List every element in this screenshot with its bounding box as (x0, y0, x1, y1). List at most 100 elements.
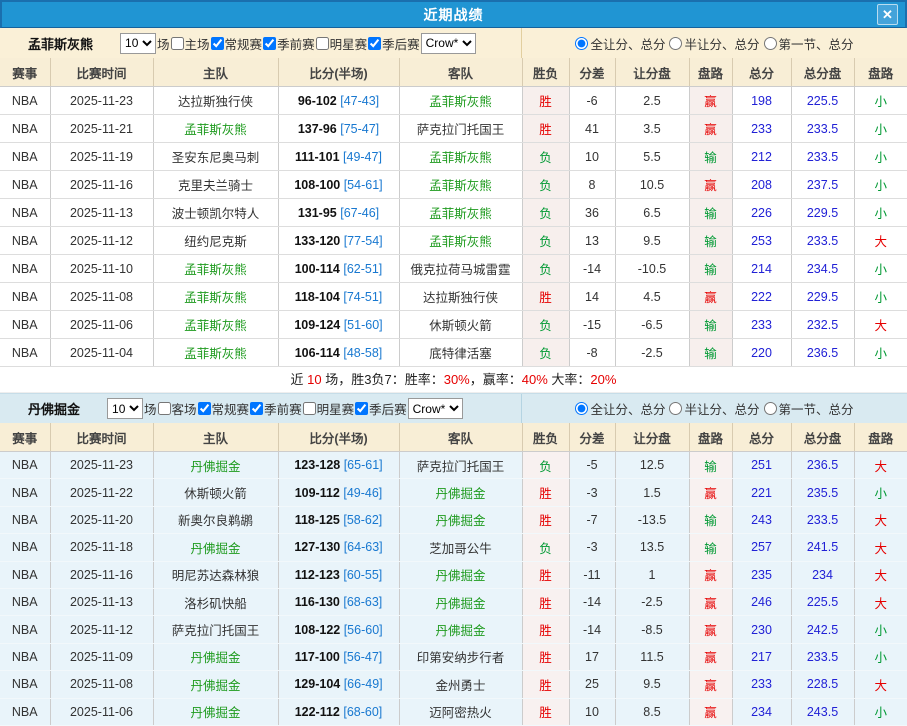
table-row: NBA2025-11-08孟菲斯灰熊118-104 [74-51]达拉斯独行侠胜… (0, 283, 907, 311)
bookmaker-select-1[interactable]: Crow* (421, 33, 476, 54)
cell-score: 118-125 [58-62] (278, 506, 399, 533)
first-quarter-radio-2[interactable] (764, 402, 777, 415)
games-count-select-1[interactable]: 10 (120, 33, 156, 54)
cell-win-loss: 负 (522, 311, 569, 339)
cell-home-team: 洛杉矶快船 (153, 588, 278, 615)
allstar-checkbox-2[interactable] (303, 402, 316, 415)
filter-regular-1[interactable]: 常规赛 (210, 34, 263, 53)
column-header: 比赛时间 (50, 58, 153, 87)
cell-home-team: 丹佛掘金 (153, 452, 278, 479)
games-suffix-2: 场 (144, 399, 157, 418)
first-quarter-radio-1[interactable] (764, 37, 777, 50)
cell-handicap-result: 赢 (689, 616, 732, 643)
playoff-checkbox-2[interactable] (355, 402, 368, 415)
table-header-row: 赛事比赛时间主队比分(半场)客队胜负分差让分盘盘路总分总分盘盘路 (0, 58, 907, 87)
cell-league: NBA (0, 534, 50, 561)
cell-league: NBA (0, 115, 50, 143)
cell-handicap-result: 输 (689, 143, 732, 171)
cell-score: 118-104 [74-51] (278, 283, 399, 311)
cell-away-team: 芝加哥公牛 (399, 534, 522, 561)
cell-total-line: 233.5 (791, 115, 854, 143)
cell-point-diff: -14 (569, 616, 615, 643)
cell-total-line: 232.5 (791, 311, 854, 339)
cell-win-loss: 胜 (522, 115, 569, 143)
cell-away-team: 达拉斯独行侠 (399, 283, 522, 311)
close-icon[interactable]: ✕ (877, 4, 898, 25)
cell-home-team: 萨克拉门托国王 (153, 616, 278, 643)
summary-line-1: 近 10 场，胜3负7：胜率：30%，赢率：40% 大率：20% (0, 367, 907, 393)
allstar-checkbox-1[interactable] (316, 37, 329, 50)
filter-regular-2[interactable]: 常规赛 (197, 399, 250, 418)
preseason-checkbox-1[interactable] (263, 37, 276, 50)
half-handicap-label-1: 半让分、总分 (684, 34, 759, 53)
home-checkbox-1[interactable] (171, 37, 184, 50)
radio-full-handicap-2[interactable]: 全让分、总分 (575, 399, 665, 418)
cell-total-line: 242.5 (791, 616, 854, 643)
cell-handicap-result: 输 (689, 506, 732, 533)
half-time-score: [60-55] (340, 568, 382, 582)
filter-away-2[interactable]: 客场 (157, 399, 197, 418)
column-header: 胜负 (522, 58, 569, 87)
allstar-checkbox-label-1: 明星赛 (330, 34, 368, 53)
radio-half-handicap-1[interactable]: 半让分、总分 (669, 34, 759, 53)
cell-date: 2025-11-12 (50, 227, 153, 255)
cell-date: 2025-11-20 (50, 506, 153, 533)
filter-playoff-1[interactable]: 季后赛 (367, 34, 420, 53)
cell-over-under: 小 (854, 115, 907, 143)
full-handicap-label-1: 全让分、总分 (590, 34, 665, 53)
full-time-score: 133-120 (294, 234, 340, 248)
half-handicap-radio-1[interactable] (669, 37, 682, 50)
filter-home-1[interactable]: 主场 (170, 34, 210, 53)
cell-away-team: 印第安纳步行者 (399, 643, 522, 670)
full-time-score: 131-95 (298, 206, 337, 220)
cell-home-team: 孟菲斯灰熊 (153, 115, 278, 143)
cell-over-under: 大 (854, 506, 907, 533)
cell-handicap-result: 赢 (689, 479, 732, 506)
radio-half-handicap-2[interactable]: 半让分、总分 (669, 399, 759, 418)
column-header: 让分盘 (615, 423, 689, 452)
dialog-title: 近期战绩 (424, 5, 484, 25)
games-count-select-2[interactable]: 10 (107, 398, 143, 419)
filter-allstar-1[interactable]: 明星赛 (315, 34, 368, 53)
cell-total-line: 225.5 (791, 588, 854, 615)
radio-full-handicap-1[interactable]: 全让分、总分 (575, 34, 665, 53)
cell-point-diff: -5 (569, 452, 615, 479)
full-handicap-radio-1[interactable] (575, 37, 588, 50)
full-time-score: 109-112 (295, 486, 340, 500)
cell-handicap-line: 5.5 (615, 143, 689, 171)
cell-over-under: 小 (854, 479, 907, 506)
filter-playoff-2[interactable]: 季后赛 (354, 399, 407, 418)
cell-handicap-line: -10.5 (615, 255, 689, 283)
cell-home-team: 孟菲斯灰熊 (153, 255, 278, 283)
radio-first-quarter-2[interactable]: 第一节、总分 (764, 399, 854, 418)
cell-league: NBA (0, 199, 50, 227)
cell-point-diff: -15 (569, 311, 615, 339)
cell-date: 2025-11-12 (50, 616, 153, 643)
cell-home-team: 孟菲斯灰熊 (153, 339, 278, 367)
column-header: 盘路 (689, 423, 732, 452)
half-handicap-radio-2[interactable] (669, 402, 682, 415)
radio-first-quarter-1[interactable]: 第一节、总分 (764, 34, 854, 53)
filter-allstar-2[interactable]: 明星赛 (302, 399, 355, 418)
table-row: NBA2025-11-12纽约尼克斯133-120 [77-54]孟菲斯灰熊负1… (0, 227, 907, 255)
bookmaker-select-2[interactable]: Crow* (408, 398, 463, 419)
cell-total-points: 234 (732, 698, 791, 725)
cell-point-diff: 36 (569, 199, 615, 227)
filter-preseason-1[interactable]: 季前赛 (262, 34, 315, 53)
cell-home-team: 孟菲斯灰熊 (153, 311, 278, 339)
cell-total-line: 236.5 (791, 339, 854, 367)
away-checkbox-2[interactable] (158, 402, 171, 415)
half-time-score: [56-47] (340, 650, 382, 664)
games-suffix-1: 场 (157, 34, 170, 53)
preseason-checkbox-2[interactable] (250, 402, 263, 415)
regular-checkbox-2[interactable] (198, 402, 211, 415)
playoff-checkbox-1[interactable] (368, 37, 381, 50)
full-handicap-radio-2[interactable] (575, 402, 588, 415)
cell-handicap-line: 6.5 (615, 199, 689, 227)
table-row: NBA2025-11-16克里夫兰骑士108-100 [54-61]孟菲斯灰熊负… (0, 171, 907, 199)
column-header: 客队 (399, 423, 522, 452)
regular-checkbox-1[interactable] (211, 37, 224, 50)
full-time-score: 109-124 (294, 318, 340, 332)
table-row: NBA2025-11-13洛杉矶快船116-130 [68-63]丹佛掘金胜-1… (0, 588, 907, 615)
filter-preseason-2[interactable]: 季前赛 (249, 399, 302, 418)
